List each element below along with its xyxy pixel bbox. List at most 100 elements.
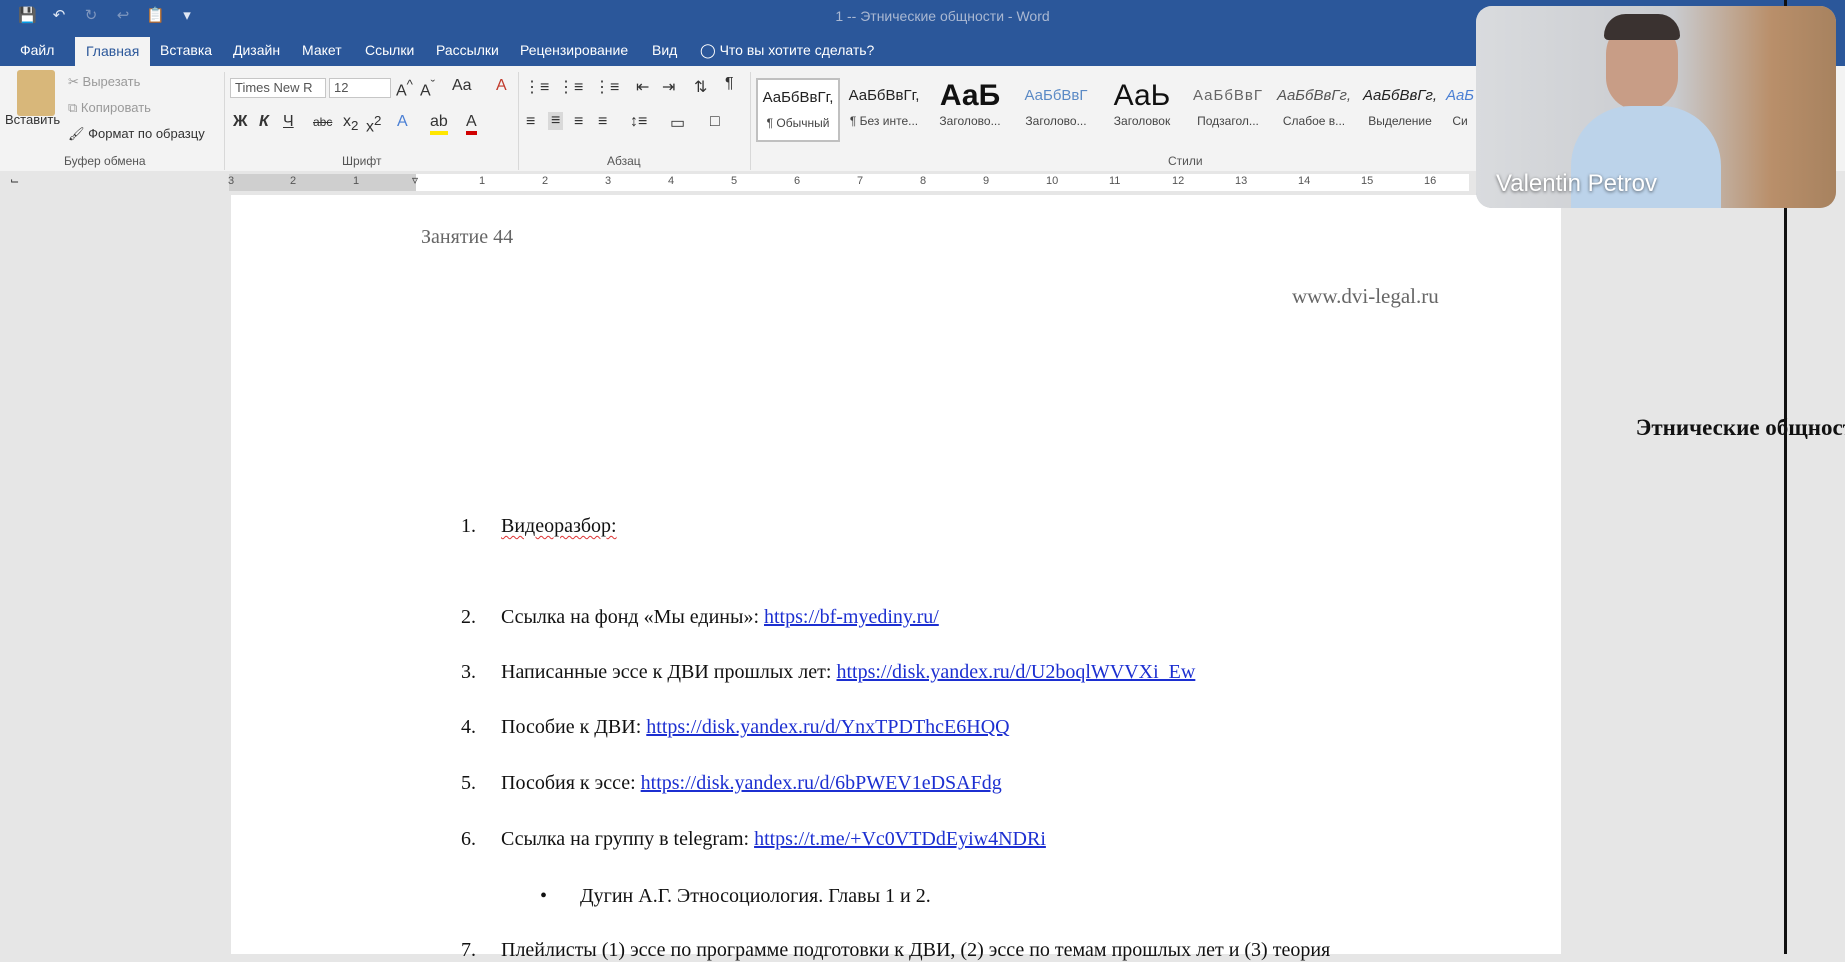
cut-button[interactable]: ✂ Вырезать: [68, 74, 140, 90]
superscript-icon[interactable]: x2: [366, 113, 381, 136]
list-number: 6.: [461, 828, 476, 850]
person-hair: [1604, 14, 1680, 40]
multilevel-list-icon[interactable]: ⋮≡: [594, 77, 619, 97]
decrease-indent-icon[interactable]: ⇤: [636, 77, 649, 97]
tab-references[interactable]: Ссылки: [365, 42, 414, 58]
document-page[interactable]: Занятие 44 www.dvi-legal.ru Этнические о…: [231, 195, 1845, 961]
list-text-label: Ссылка на фонд «Мы едины»:: [501, 606, 764, 628]
paste-button[interactable]: Вставить: [5, 112, 60, 127]
participant-name: Valentin Petrov: [1496, 170, 1657, 197]
tab-mailings[interactable]: Рассылки: [436, 42, 499, 58]
style-subtitle[interactable]: АаБбВвГ Подзагол...: [1186, 78, 1270, 142]
styles-group-label: Стили: [1168, 154, 1203, 168]
list-text: Пособие к ДВИ: https://disk.yandex.ru/d/…: [501, 716, 1010, 739]
list-number: 1.: [461, 515, 476, 537]
change-case-icon[interactable]: Aa: [452, 77, 472, 95]
shrink-font-icon[interactable]: Aˇ: [420, 77, 435, 100]
underline-button[interactable]: Ч: [283, 113, 294, 131]
copy-button[interactable]: ⧉ Копировать: [68, 100, 151, 116]
ruler-number: 10: [1046, 175, 1059, 187]
tab-review[interactable]: Рецензирование: [520, 42, 628, 58]
list-text-label: Пособия к эссе:: [501, 772, 641, 794]
style-preview: АаБбВвГг,: [762, 89, 834, 106]
increase-indent-icon[interactable]: ⇥: [662, 77, 675, 97]
font-size-select[interactable]: 12: [329, 78, 391, 98]
essays-link[interactable]: https://disk.yandex.ru/d/U2boqlWVVXi_Ew: [836, 661, 1195, 683]
numbering-icon[interactable]: ⋮≡: [558, 77, 583, 97]
tab-file[interactable]: Файл: [20, 42, 54, 58]
style-heading-1[interactable]: АаБ Заголово...: [928, 78, 1012, 142]
bullets-icon[interactable]: ⋮≡: [524, 77, 549, 97]
style-preview: АаБбВвГ: [1192, 87, 1264, 104]
list-text: Плейлисты (1) эссе по программе подготов…: [501, 939, 1331, 961]
ruler-number: 6: [794, 175, 801, 187]
style-emphasis[interactable]: АаБбВвГг, Выделение: [1358, 78, 1442, 142]
line-spacing-icon[interactable]: ↕≡: [630, 113, 647, 131]
ruler-number: 11: [1109, 175, 1121, 187]
style-no-spacing[interactable]: АаБбВвГг, ¶ Без инте...: [842, 78, 926, 142]
tab-view[interactable]: Вид: [652, 42, 677, 58]
highlight-icon[interactable]: ab: [430, 113, 448, 135]
tab-layout[interactable]: Макет: [302, 42, 342, 58]
tab-design[interactable]: Дизайн: [233, 42, 280, 58]
ruler-number: 1: [479, 175, 486, 187]
font-group-label: Шрифт: [342, 154, 382, 168]
style-name: ¶ Обычный: [766, 116, 830, 130]
style-name: Си: [1452, 114, 1468, 128]
essay-guides-link[interactable]: https://disk.yandex.ru/d/6bPWEV1eDSAFdg: [641, 772, 1002, 794]
ruler-number: 8: [920, 175, 927, 187]
style-strong[interactable]: АаБ Си: [1444, 78, 1476, 142]
style-heading-2[interactable]: АаБбВвГ Заголово...: [1014, 78, 1098, 142]
tab-home[interactable]: Главная: [75, 37, 151, 66]
tab-insert[interactable]: Вставка: [160, 42, 212, 58]
style-preview: АаБ: [939, 79, 1001, 112]
tell-me-search[interactable]: ◯ Что вы хотите сделать?: [700, 42, 874, 59]
fund-link[interactable]: https://bf-myediny.ru/: [764, 606, 939, 628]
style-name: Заголово...: [1025, 114, 1087, 128]
style-name: ¶ Без инте...: [849, 114, 919, 128]
bullet-text: Дугин А.Г. Этносоциология. Главы 1 и 2.: [580, 885, 931, 907]
show-marks-icon[interactable]: ¶: [725, 75, 734, 93]
justify-icon[interactable]: ≡: [598, 113, 607, 131]
indent-marker-icon[interactable]: ▿: [412, 173, 418, 187]
text-effects-icon[interactable]: A: [397, 113, 408, 131]
list-text-label: Ссылка на группу в telegram:: [501, 828, 755, 850]
list-number: 5.: [461, 772, 476, 794]
copy-icon: ⧉: [68, 100, 78, 115]
clipboard-group-label: Буфер обмена: [64, 154, 146, 168]
align-center-icon[interactable]: ≡: [548, 112, 564, 130]
clear-formatting-icon[interactable]: A: [496, 77, 507, 95]
align-right-icon[interactable]: ≡: [574, 113, 583, 131]
ruler-number: 1: [353, 175, 360, 187]
clipboard-paste-icon[interactable]: [17, 70, 55, 116]
style-name: Подзагол...: [1197, 114, 1259, 128]
style-name: Выделение: [1368, 114, 1432, 128]
style-preview: АаБ: [1445, 87, 1475, 104]
format-painter-button[interactable]: 🖌 Формат по образцу: [68, 126, 205, 142]
telegram-link[interactable]: https://t.me/+Vc0VTDdEyiw4NDRi: [754, 828, 1046, 850]
style-title[interactable]: АаЬ Заголовок: [1100, 78, 1184, 142]
strikethrough-button[interactable]: abc: [313, 115, 332, 129]
bold-button[interactable]: Ж: [233, 113, 247, 131]
ruler-number: 2: [290, 175, 297, 187]
guide-link[interactable]: https://disk.yandex.ru/d/YnxTPDThcE6HQQ: [646, 716, 1009, 738]
style-normal[interactable]: АаБбВвГг, ¶ Обычный: [756, 78, 840, 142]
tab-stop-icon[interactable]: ⌙: [10, 174, 19, 187]
cut-label: Вырезать: [82, 74, 141, 89]
shading-icon[interactable]: ▭: [670, 113, 685, 133]
grow-font-icon[interactable]: A^: [396, 77, 413, 100]
brush-icon: 🖌: [68, 126, 85, 141]
sort-icon[interactable]: ⇅: [694, 77, 707, 97]
paragraph-group-label: Абзац: [607, 154, 641, 168]
scissors-icon: ✂: [68, 74, 79, 89]
style-subtle-emphasis[interactable]: АаБбВвГг, Слабое в...: [1272, 78, 1356, 142]
borders-icon[interactable]: □: [710, 113, 720, 131]
italic-button[interactable]: К: [259, 113, 269, 131]
font-name-select[interactable]: Times New R: [230, 78, 326, 98]
subscript-icon[interactable]: x2: [343, 113, 358, 133]
align-left-icon[interactable]: ≡: [526, 113, 535, 131]
divider: [518, 72, 519, 170]
font-color-icon[interactable]: A: [466, 113, 477, 135]
list-number: 3.: [461, 661, 476, 683]
ruler-number: 4: [668, 175, 675, 187]
